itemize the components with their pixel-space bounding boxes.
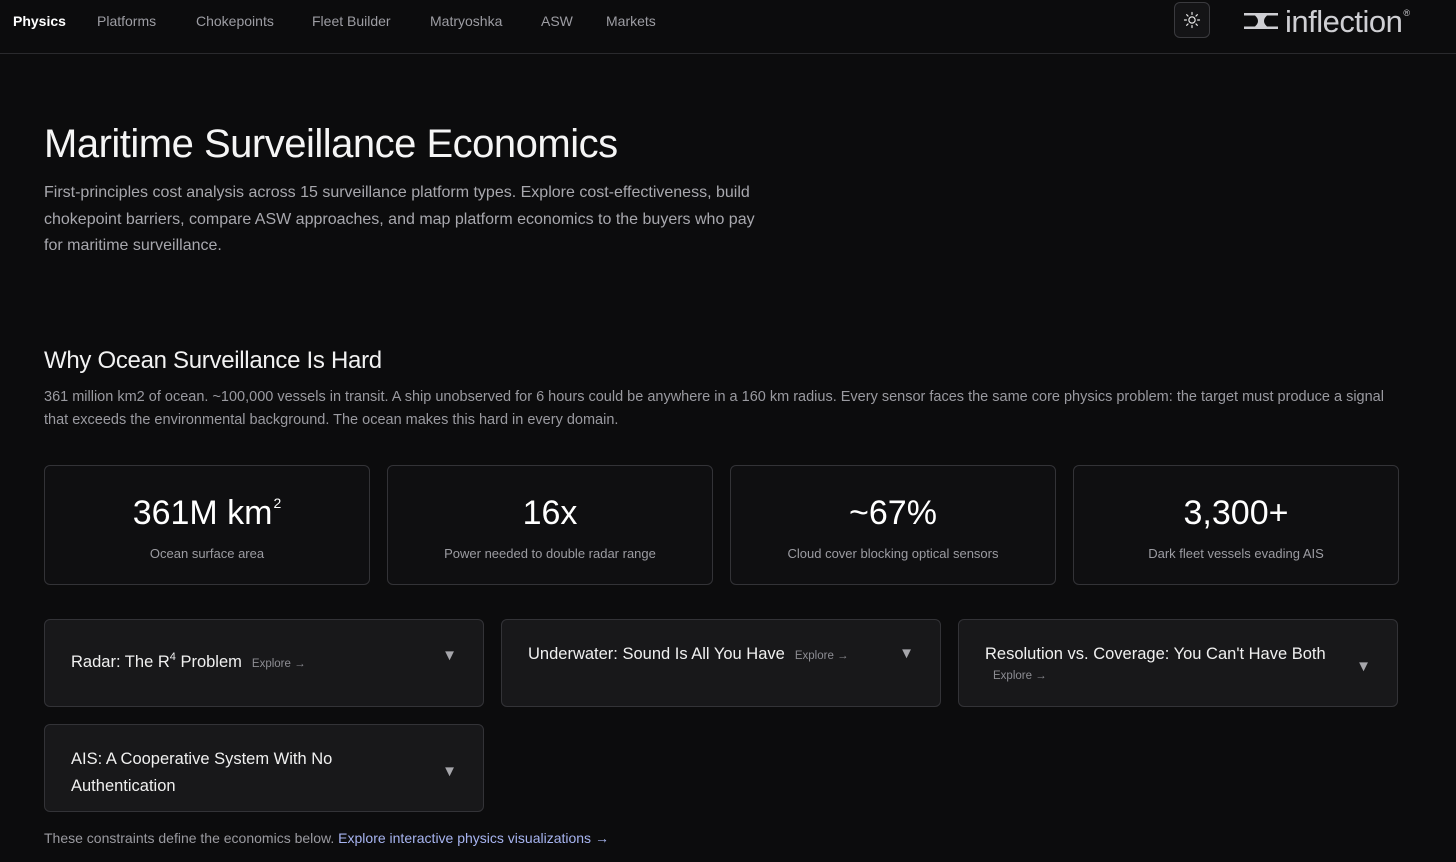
stat-label: Dark fleet vessels evading AIS	[1148, 546, 1324, 561]
stat-label: Cloud cover blocking optical sensors	[787, 546, 999, 561]
accordion-resolution-coverage[interactable]: Resolution vs. Coverage: You Can't Have …	[958, 619, 1398, 707]
stat-card-ocean-area: 361M km2 Ocean surface area	[44, 465, 370, 585]
constraints-note: These constraints define the economics b…	[44, 830, 609, 846]
stat-card-radar-power: 16x Power needed to double radar range	[387, 465, 713, 585]
chevron-down-icon: ▼	[1356, 658, 1371, 675]
section-description: 361 million km2 of ocean. ~100,000 vesse…	[44, 389, 1384, 428]
tab-platforms[interactable]: Platforms	[97, 13, 156, 29]
stat-card-cloud-cover: ~67% Cloud cover blocking optical sensor…	[730, 465, 1056, 585]
stat-card-dark-fleet: 3,300+ Dark fleet vessels evading AIS	[1073, 465, 1399, 585]
stat-value: 16x	[522, 494, 578, 532]
chevron-down-icon: ▼	[442, 763, 457, 780]
section-title: Why Ocean Surveillance Is Hard	[44, 347, 382, 374]
top-nav: Physics Platforms Chokepoints Fleet Buil…	[0, 0, 1456, 54]
accordion-radar[interactable]: Radar: The R4 Problem Explore → ▼	[44, 619, 484, 707]
accordion-title: Underwater: Sound Is All You Have	[528, 645, 785, 663]
stat-value: 361M km2	[132, 494, 282, 532]
tab-physics[interactable]: Physics	[13, 13, 66, 29]
stat-label: Ocean surface area	[149, 546, 265, 561]
chevron-down-icon: ▼	[899, 645, 914, 662]
accordion-title: AIS: A Cooperative System With No Authen…	[71, 750, 333, 795]
accordion-title: Resolution vs. Coverage: You Can't Have …	[985, 645, 1326, 663]
sun-icon	[1183, 11, 1201, 29]
theme-toggle-button[interactable]	[1174, 2, 1210, 38]
explore-link[interactable]: Explore →	[252, 658, 306, 670]
accordion-header: Resolution vs. Coverage: You Can't Have …	[985, 641, 1345, 682]
registered-mark: ®	[1403, 8, 1410, 18]
tab-matryoshka[interactable]: Matryoshka	[430, 13, 502, 29]
brand-wordmark: inflection	[1285, 3, 1403, 39]
tab-markets[interactable]: Markets	[606, 13, 656, 29]
tab-asw[interactable]: ASW	[541, 13, 573, 29]
accordion-header: Underwater: Sound Is All You Have Explore…	[528, 641, 849, 668]
accordion-title: Radar: The R4 Problem	[71, 651, 242, 671]
tab-fleet-builder[interactable]: Fleet Builder	[312, 13, 391, 29]
explore-link[interactable]: Explore →	[993, 670, 1345, 682]
accordion-header: Radar: The R4 Problem Explore →	[71, 644, 306, 676]
accordion-header: AIS: A Cooperative System With No Authen…	[71, 746, 371, 800]
physics-visualizations-link[interactable]: Explore interactive physics visualizatio…	[338, 830, 609, 846]
stat-value: 3,300+	[1183, 494, 1289, 532]
tab-chokepoints[interactable]: Chokepoints	[196, 13, 274, 29]
inflection-logo-mark-icon	[1244, 13, 1278, 29]
brand-logo[interactable]: inflection ®	[1243, 2, 1410, 40]
page-subtitle: First-principles cost analysis across 15…	[44, 184, 755, 254]
chevron-down-icon: ▼	[442, 647, 457, 664]
page-title: Maritime Surveillance Economics	[44, 122, 618, 166]
accordion-ais[interactable]: AIS: A Cooperative System With No Authen…	[44, 724, 484, 812]
stat-value: ~67%	[849, 494, 937, 532]
accordion-underwater[interactable]: Underwater: Sound Is All You Have Explore…	[501, 619, 941, 707]
explore-link[interactable]: Explore →	[795, 650, 849, 662]
stat-label: Power needed to double radar range	[444, 546, 656, 561]
